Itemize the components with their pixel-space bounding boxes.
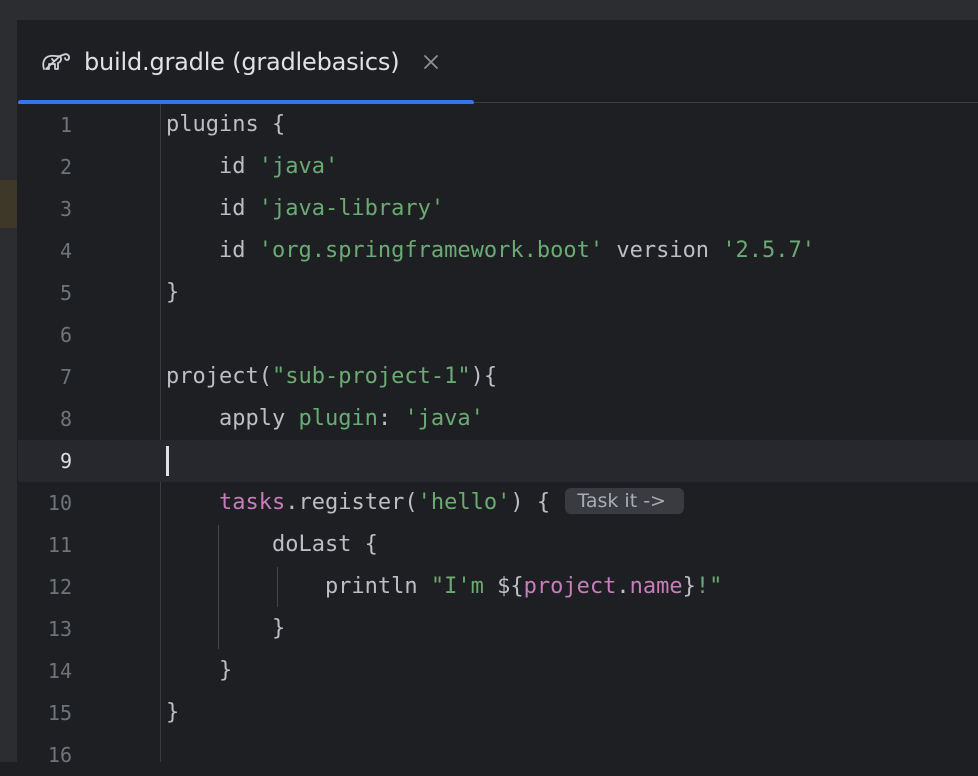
line-number: 2 (59, 155, 72, 179)
code-line-6[interactable]: 6 (18, 314, 978, 356)
line-number: 14 (47, 659, 72, 683)
code-line-11[interactable]: 11 doLast { (18, 524, 978, 566)
tab-build-gradle[interactable]: build.gradle (gradlebasics) (18, 20, 474, 105)
code-text: apply plugin: 'java' (166, 406, 484, 431)
code-line-12[interactable]: 12 println "I'm ${project.name}!" (18, 566, 978, 608)
bookmark-marker (0, 180, 17, 228)
line-number: 7 (59, 365, 72, 389)
code-text: println "I'm ${project.name}!" (166, 574, 723, 599)
code-line-14[interactable]: 14 } (18, 650, 978, 692)
line-number: 8 (59, 407, 72, 431)
code-text: } (166, 700, 180, 725)
code-line-3[interactable]: 3 id 'java-library' (18, 188, 978, 230)
line-number: 3 (59, 197, 72, 221)
code-line-16[interactable]: 16 (18, 734, 978, 776)
code-line-4[interactable]: 4 id 'org.springframework.boot' version … (18, 230, 978, 272)
left-tool-strip (0, 20, 17, 762)
code-text: } (166, 616, 286, 641)
code-text: project("sub-project-1"){ (166, 364, 498, 389)
code-text: doLast { (166, 532, 378, 557)
code-line-1[interactable]: 1 plugins { (18, 104, 978, 146)
code-line-10[interactable]: 10 tasks.register('hello') { Task it -> (18, 482, 978, 524)
line-number: 15 (47, 701, 72, 725)
line-number: 6 (59, 323, 72, 347)
code-text: plugins { (166, 112, 286, 137)
gradle-elephant-icon (40, 48, 74, 76)
code-text: id 'java' (166, 154, 339, 179)
code-editor[interactable]: 1 plugins { 2 id 'java' 3 id 'java-libra… (18, 104, 978, 767)
code-text: tasks.register('hello') { Task it -> (166, 482, 684, 524)
line-number: 4 (59, 239, 72, 263)
line-number: 13 (47, 617, 72, 641)
code-line-7[interactable]: 7 project("sub-project-1"){ (18, 356, 978, 398)
line-number: 11 (47, 533, 72, 557)
text-caret (166, 446, 169, 476)
code-text: id 'org.springframework.boot' version '2… (166, 238, 816, 263)
code-text: } (166, 280, 180, 305)
editor-tab-bar: build.gradle (gradlebasics) (18, 20, 978, 105)
window-top-bar (0, 0, 978, 20)
line-number-active: 9 (59, 449, 72, 473)
line-number: 5 (59, 281, 72, 305)
line-number: 12 (47, 575, 72, 599)
code-line-9-current[interactable]: 9 (18, 440, 978, 482)
indent-guide (218, 525, 219, 649)
code-text: id 'java-library' (166, 196, 445, 221)
line-number: 1 (59, 113, 72, 137)
close-icon[interactable] (421, 52, 441, 72)
code-text: } (166, 658, 233, 683)
code-line-13[interactable]: 13 } (18, 608, 978, 650)
inlay-hint[interactable]: Task it -> (565, 488, 684, 514)
line-number: 16 (47, 743, 72, 767)
code-line-15[interactable]: 15 } (18, 692, 978, 734)
code-line-8[interactable]: 8 apply plugin: 'java' (18, 398, 978, 440)
code-line-2[interactable]: 2 id 'java' (18, 146, 978, 188)
indent-guide (277, 567, 278, 607)
code-line-5[interactable]: 5 } (18, 272, 978, 314)
line-number: 10 (47, 491, 72, 515)
tab-title: build.gradle (gradlebasics) (84, 47, 400, 76)
